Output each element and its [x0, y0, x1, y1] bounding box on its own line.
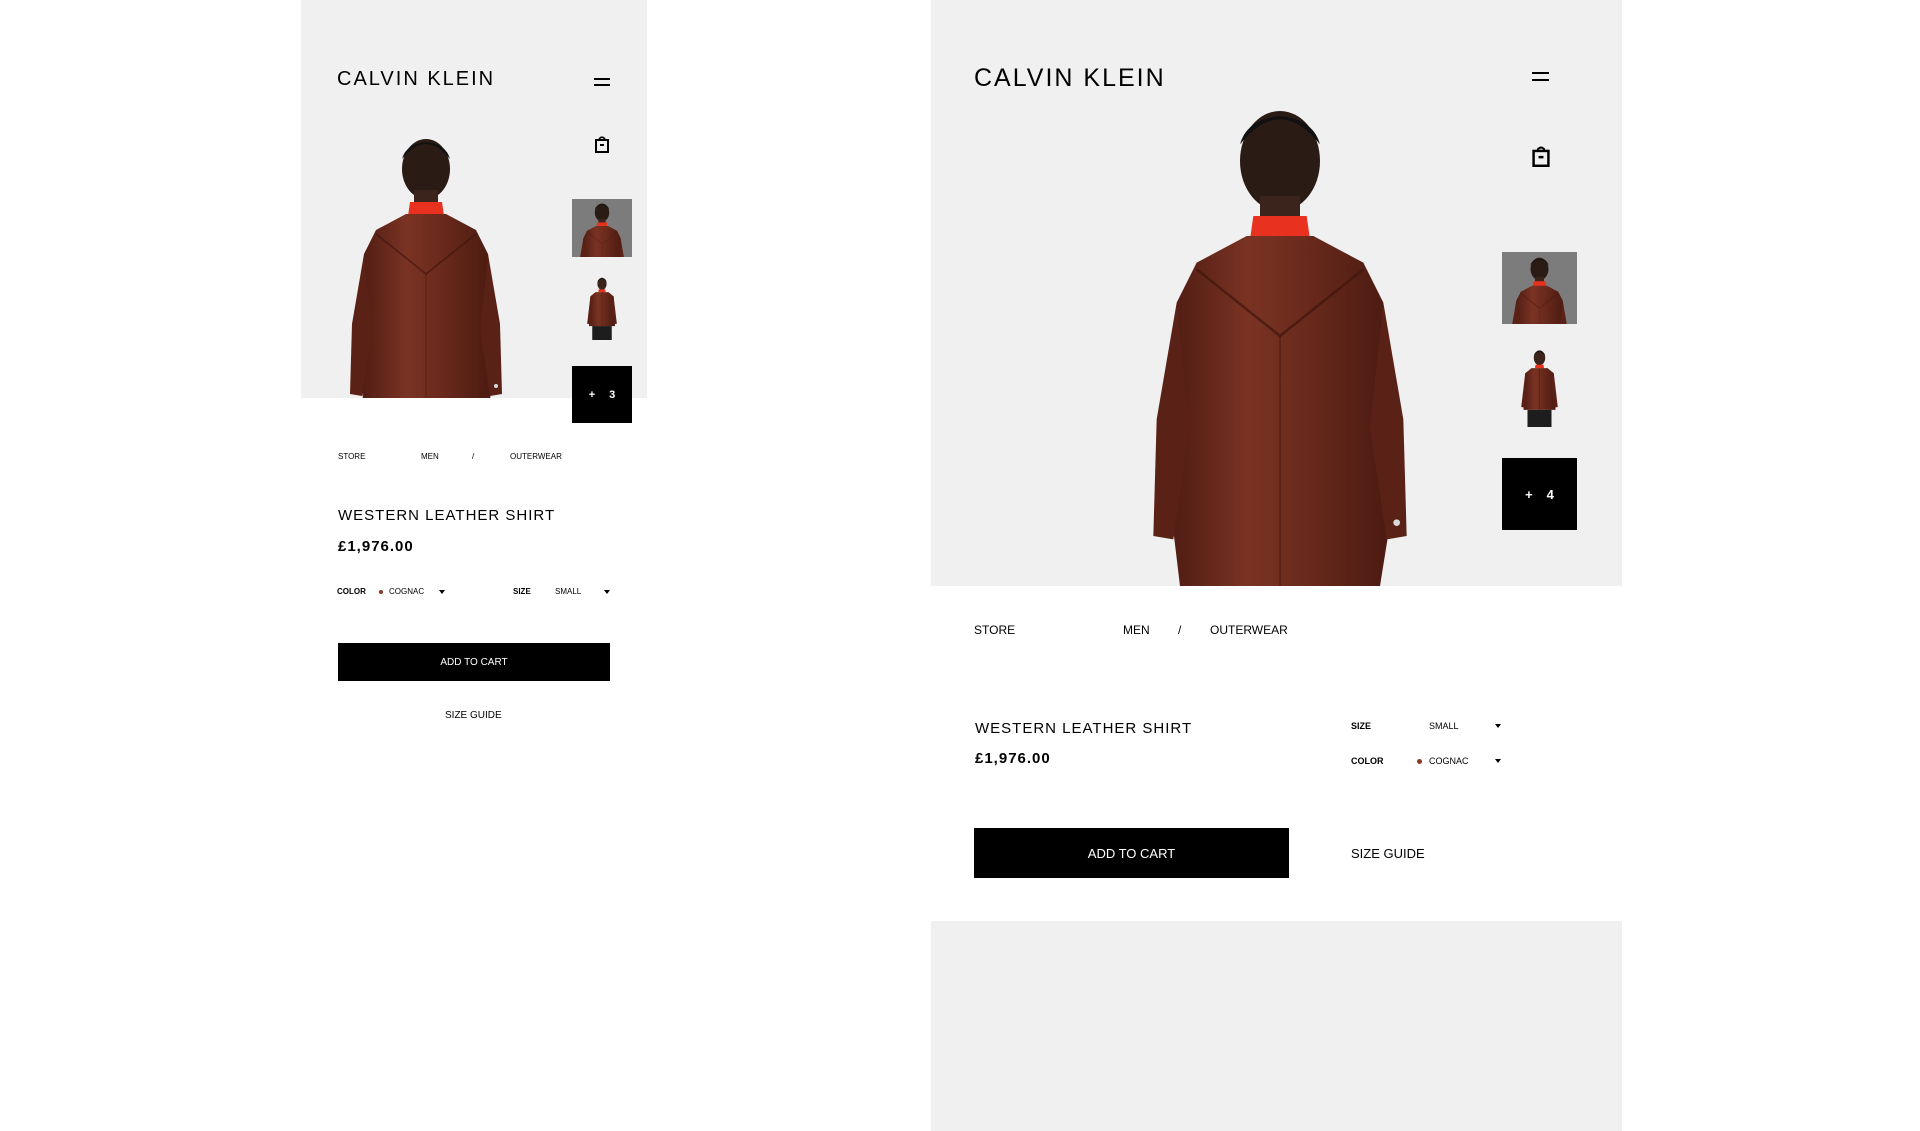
breadcrumb-store[interactable]: STORE	[974, 623, 1015, 637]
color-label: COLOR	[1351, 756, 1384, 766]
breadcrumb-outerwear[interactable]: OUTERWEAR	[1210, 623, 1288, 637]
thumbnail-back-view[interactable]	[1502, 252, 1577, 324]
color-swatch	[379, 589, 383, 594]
breadcrumb-men[interactable]: MEN	[421, 452, 439, 461]
size-guide-link[interactable]: SIZE GUIDE	[445, 710, 502, 721]
product-hero-image	[1152, 109, 1408, 586]
chevron-down-icon[interactable]	[1495, 759, 1501, 763]
add-to-cart-button[interactable]: ADD TO CART	[338, 643, 610, 681]
product-price: £1,976.00	[338, 538, 414, 555]
size-select[interactable]: SMALL	[555, 587, 581, 596]
color-swatch	[1417, 758, 1422, 764]
desktop-product-details: STORE MEN / OUTERWEAR WESTERN LEATHER SH…	[931, 586, 1622, 921]
color-select[interactable]: COGNAC	[379, 587, 424, 596]
desktop-footer-area	[931, 921, 1622, 1131]
color-select[interactable]: COGNAC	[1417, 756, 1469, 766]
shopping-bag-icon[interactable]	[595, 136, 609, 153]
product-price: £1,976.00	[975, 750, 1051, 767]
mobile-product-gallery: CALVIN KLEIN	[301, 0, 647, 398]
thumbnail-front-view[interactable]	[572, 275, 632, 340]
breadcrumb-store[interactable]: STORE	[338, 452, 365, 461]
size-label: SIZE	[1351, 721, 1372, 731]
thumbnail-front-view[interactable]	[1502, 347, 1577, 427]
breadcrumb-outerwear[interactable]: OUTERWEAR	[510, 452, 562, 461]
chevron-down-icon[interactable]	[1495, 724, 1501, 728]
plus-icon: +	[588, 388, 596, 401]
size-select[interactable]: SMALL	[1429, 721, 1459, 731]
breadcrumb-men[interactable]: MEN	[1123, 623, 1150, 637]
size-label: SIZE	[513, 587, 531, 596]
breadcrumb-separator: /	[1178, 623, 1182, 637]
more-images-button[interactable]: + 3	[572, 366, 632, 423]
product-hero-image	[349, 138, 503, 398]
plus-icon: +	[1525, 486, 1533, 502]
desktop-product-gallery: CALVIN KLEIN + 4	[931, 0, 1622, 586]
thumbnail-back-view[interactable]	[572, 199, 632, 257]
more-images-button[interactable]: + 4	[1502, 458, 1577, 530]
size-guide-link[interactable]: SIZE GUIDE	[1351, 846, 1425, 861]
product-title: WESTERN LEATHER SHIRT	[338, 507, 556, 524]
product-title: WESTERN LEATHER SHIRT	[975, 720, 1193, 737]
chevron-down-icon[interactable]	[604, 590, 610, 594]
breadcrumb-separator: /	[472, 452, 475, 461]
add-to-cart-button[interactable]: ADD TO CART	[974, 828, 1289, 878]
hamburger-menu-icon[interactable]	[1532, 72, 1549, 81]
hamburger-menu-icon[interactable]	[594, 78, 610, 86]
brand-logo[interactable]: CALVIN KLEIN	[337, 68, 495, 91]
chevron-down-icon[interactable]	[439, 590, 445, 594]
color-label: COLOR	[337, 587, 366, 596]
shopping-bag-icon[interactable]	[1532, 146, 1550, 167]
